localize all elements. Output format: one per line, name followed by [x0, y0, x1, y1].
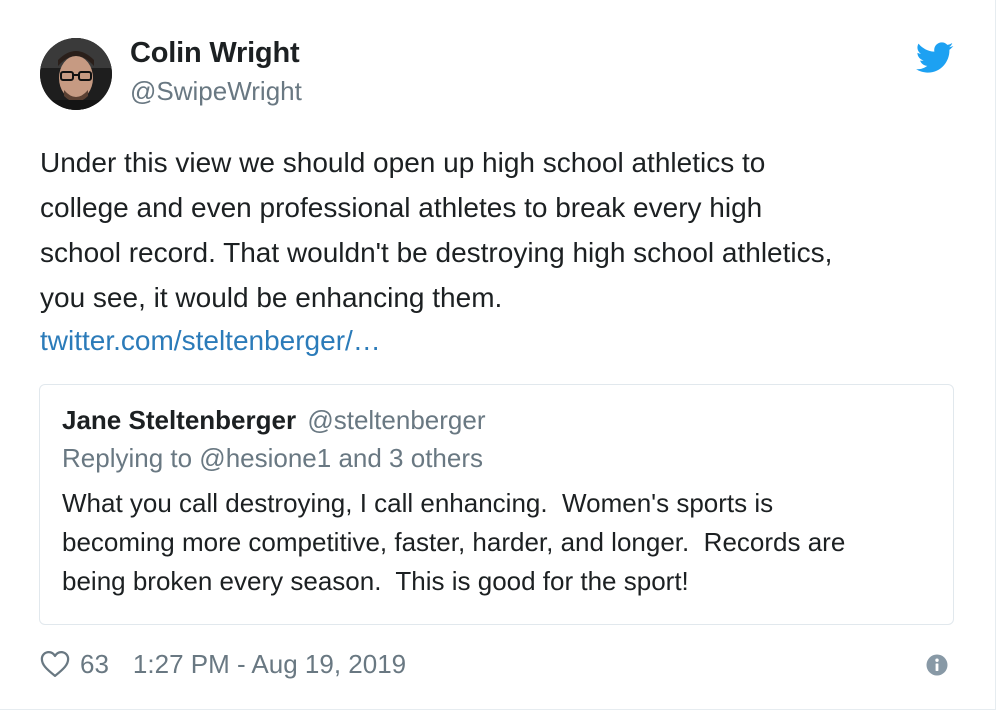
quoted-author-handle: @steltenberger	[307, 405, 486, 435]
tweet-text-line: Under this view we should open up high s…	[40, 147, 766, 178]
quoted-text-line: becoming more competitive, faster, harde…	[62, 527, 846, 557]
tweet-card: Colin Wright @SwipeWright Under this vie…	[0, 0, 996, 710]
tweet-text: Under this view we should open up high s…	[40, 140, 970, 320]
tweet-footer: 63 1:27 PM - Aug 19, 2019	[40, 646, 406, 682]
author-name[interactable]: Colin Wright	[130, 37, 300, 70]
quoted-author-name: Jane Steltenberger	[62, 405, 297, 435]
avatar[interactable]	[40, 38, 112, 110]
tweet-link[interactable]: twitter.com/steltenberger/…	[40, 318, 381, 363]
like-count[interactable]: 63	[80, 649, 109, 680]
quoted-tweet[interactable]: Jane Steltenberger @steltenberger Replyi…	[39, 384, 954, 625]
tweet-text-line: school record. That wouldn't be destroyi…	[40, 237, 833, 268]
info-icon[interactable]	[926, 654, 948, 676]
author-handle[interactable]: @SwipeWright	[130, 76, 302, 107]
quoted-tweet-header: Jane Steltenberger @steltenberger	[62, 405, 485, 436]
tweet-text-line: college and even professional athletes t…	[40, 192, 763, 223]
heart-icon[interactable]	[40, 650, 70, 678]
quoted-tweet-text: What you call destroying, I call enhanci…	[62, 484, 942, 601]
timestamp[interactable]: 1:27 PM - Aug 19, 2019	[133, 649, 406, 680]
twitter-bird-icon[interactable]	[916, 42, 954, 74]
quoted-text-line: being broken every season. This is good …	[62, 566, 689, 596]
tweet-text-line: you see, it would be enhancing them.	[40, 282, 503, 313]
quoted-text-line: What you call destroying, I call enhanci…	[62, 488, 774, 518]
reply-context: Replying to @hesione1 and 3 others	[62, 443, 484, 473]
avatar-image	[40, 38, 112, 110]
